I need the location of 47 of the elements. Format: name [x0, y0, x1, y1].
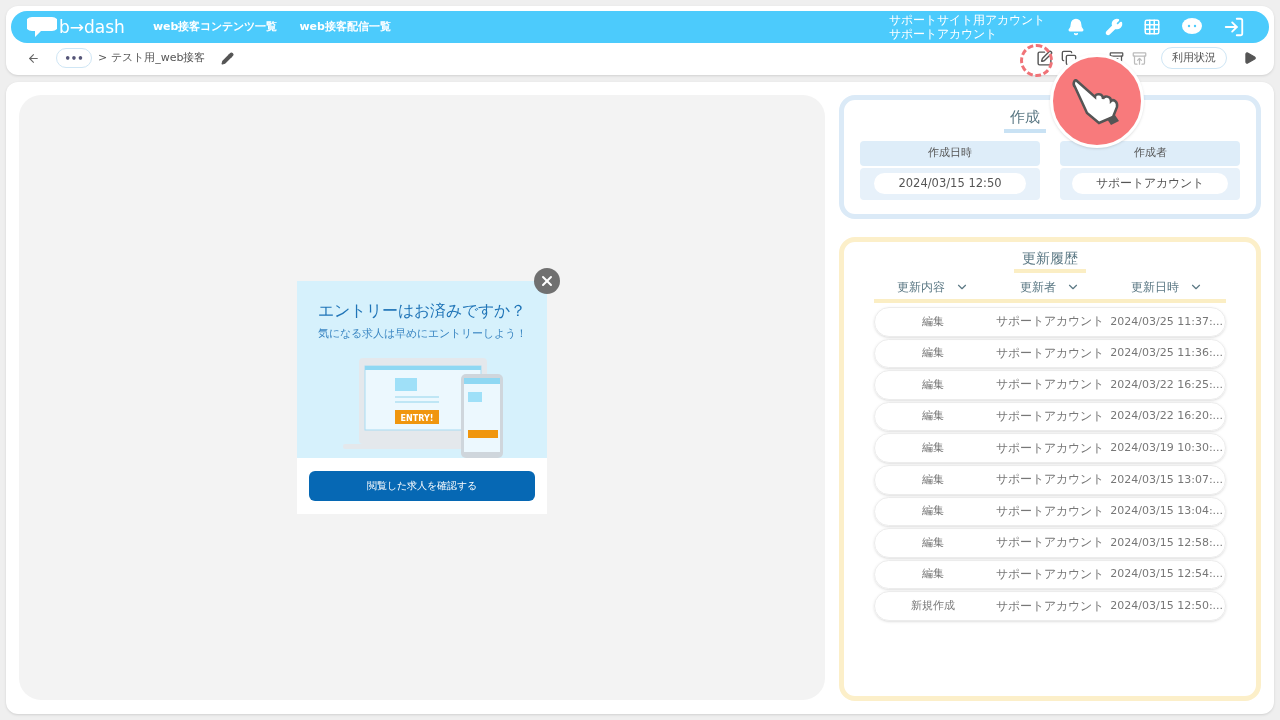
table-cell-text: 2024/03/15 13:04:...	[1109, 503, 1225, 520]
table-cell-text: サポートアカウント	[995, 344, 1105, 362]
banner-headline: エントリーはお済みですか？	[318, 300, 526, 323]
table-cell-text: 2024/03/25 11:37:...	[1109, 313, 1225, 330]
table-cell-text: 2024/03/22 16:25:...	[1109, 376, 1225, 393]
table-cell-text: 編集	[921, 566, 946, 583]
banner-subline: 気になる求人は早めにエントリーしよう！	[317, 326, 527, 342]
table-cell-text: サポートアカウント	[995, 313, 1105, 331]
table-cell-text: 新規作成	[910, 597, 957, 614]
table-cell-text: 2024/03/15 13:07:...	[1109, 471, 1225, 488]
logo-text: b→dash	[59, 18, 125, 36]
table-cell-text: 2024/03/15 12:54:...	[1109, 566, 1225, 583]
column-sort-header[interactable]: 更新者	[991, 278, 1109, 296]
table-cell-text: 2024/03/25 11:36:...	[1109, 345, 1225, 362]
table-cell-text: 編集	[921, 376, 946, 393]
table-cell-text: 編集	[921, 534, 946, 551]
table-cell-text: 2024/03/22 16:20:...	[1109, 408, 1225, 425]
table-cell-text: サポートアカウント	[995, 376, 1105, 394]
creation-title: 作成	[1004, 106, 1046, 133]
table-cell-text: 編集	[921, 471, 946, 488]
column-sort-header[interactable]: 更新内容	[874, 278, 992, 296]
table-cell-text: サポートアカウント	[995, 502, 1105, 520]
table-cell-text: 編集	[921, 345, 946, 362]
column-sort-header[interactable]: 更新日時	[1108, 278, 1226, 296]
table-cell-text: サポートアカウント	[995, 597, 1105, 615]
breadcrumb-separator: >	[98, 49, 108, 66]
table-cell-text: サポートアカウント	[995, 565, 1105, 583]
value-text: サポートアカウント	[1072, 172, 1228, 195]
view-jobs-button[interactable]: 閲覧した求人を確認する	[309, 470, 535, 501]
table-cell-text: 編集	[921, 313, 946, 330]
table-cell-text: サポートアカウント	[995, 407, 1105, 425]
table-cell-text: 編集	[921, 503, 946, 520]
table-cell-text: 2024/03/19 10:30:...	[1109, 439, 1225, 456]
table-cell-text: サポートアカウント	[995, 439, 1105, 457]
account-name: サポートアカウント	[889, 27, 998, 41]
entry-label: ENTRY!	[399, 412, 435, 425]
table-cell-text: 2024/03/15 12:58:...	[1109, 534, 1225, 551]
column-header: 作成日時	[860, 140, 1040, 166]
value-text: 2024/03/15 12:50	[874, 172, 1026, 195]
history-title: 更新履歴	[1014, 248, 1086, 273]
table-cell-text: 2024/03/15 12:50:...	[1109, 597, 1225, 614]
breadcrumb-current: テスト用_web接客	[111, 49, 206, 66]
table-cell-text: 編集	[921, 408, 946, 425]
table-cell-text: サポートアカウント	[995, 471, 1105, 489]
account-name: サポートサイト用アカウント	[889, 13, 1045, 27]
table-cell-text: サポートアカウント	[995, 534, 1105, 552]
table-cell-text: 編集	[921, 439, 946, 456]
